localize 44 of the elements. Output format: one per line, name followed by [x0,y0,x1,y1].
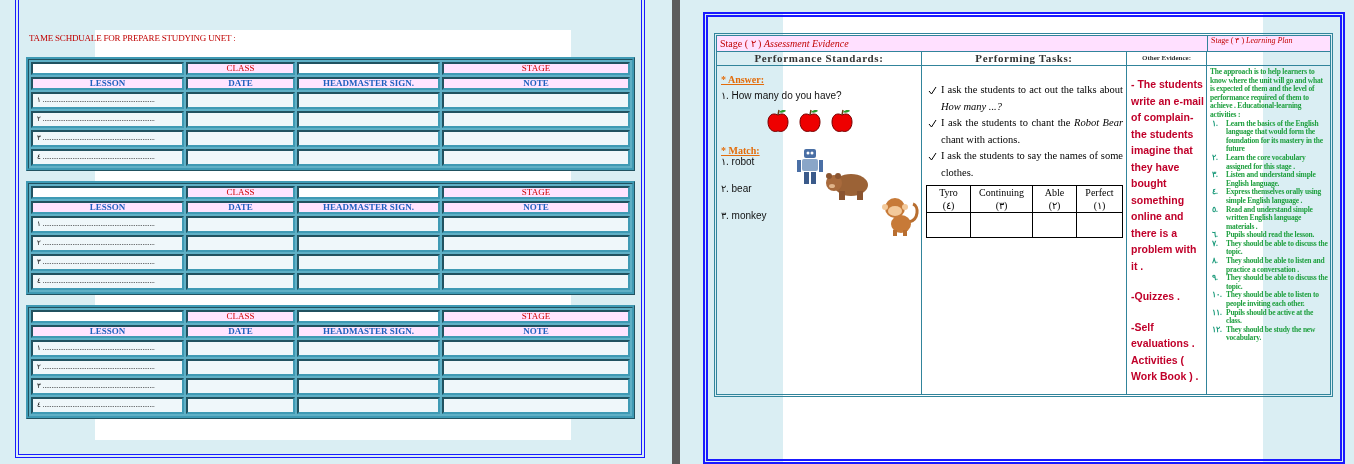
evidence-text: - The students write an e-mail of complain-the students imagine that they have bought something online and there is a problem with it . [1131,77,1204,274]
column-header: NOTE [442,201,630,214]
match-word: ٢. bear [721,183,753,194]
evidence-text: -Quizzes . [1131,289,1181,304]
column-header: LESSON [31,325,184,338]
match-word: ٣. monkey [721,210,768,221]
stage-label: STAGE [442,62,630,75]
rubric-level: Able (٢) [1044,186,1065,212]
class-label: CLASS [186,62,295,75]
column-header: Performing Tasks: [922,52,1127,66]
rubric-level: Perfect (١) [1085,186,1114,212]
task-text: I ask the students to act out the talks about How many ...? [941,83,1123,114]
column-header: Performance Standards: [717,52,922,66]
match-word: ١. robot [721,156,756,167]
answer-heading: * Answer: [721,74,766,85]
column-header: NOTE [442,77,630,90]
stage-label: STAGE [442,310,630,323]
column-header: DATE [186,325,295,338]
column-header: LESSON [31,201,184,214]
question-text: ١. How many do you have? [721,90,842,101]
column-header: DATE [186,201,295,214]
column-header: NOTE [442,325,630,338]
apple-icon [799,109,821,133]
check-mark-icon [928,152,937,161]
apple-icon [831,109,853,133]
task-text: I ask the students to say the names of some clothes. [941,149,1123,180]
rubric-level: Continuing (٣) [979,186,1024,212]
robot-icon [795,146,825,186]
column-header: HEADMASTER SIGN. [297,325,440,338]
check-mark-icon [928,119,937,128]
column-header: HEADMASTER SIGN. [297,201,440,214]
stage-label: STAGE [442,186,630,199]
schedule-title: TAME SCHDUALE FOR PREPARE STUDYING UNET : [29,33,237,43]
apple-icon [767,109,789,133]
column-header: HEADMASTER SIGN. [297,77,440,90]
column-header: LESSON [31,77,184,90]
class-label: CLASS [186,186,295,199]
class-label: CLASS [186,310,295,323]
check-mark-icon [928,86,937,95]
rubric-level: Tyro (٤) [939,186,958,212]
column-header: DATE [186,77,295,90]
evidence-text: -Self evaluations . Activities ( Work Book ) . [1131,319,1200,384]
task-text: I ask the students to chant the Robot Bear chant with actions. [941,116,1123,147]
match-heading: * Match: [721,145,761,156]
